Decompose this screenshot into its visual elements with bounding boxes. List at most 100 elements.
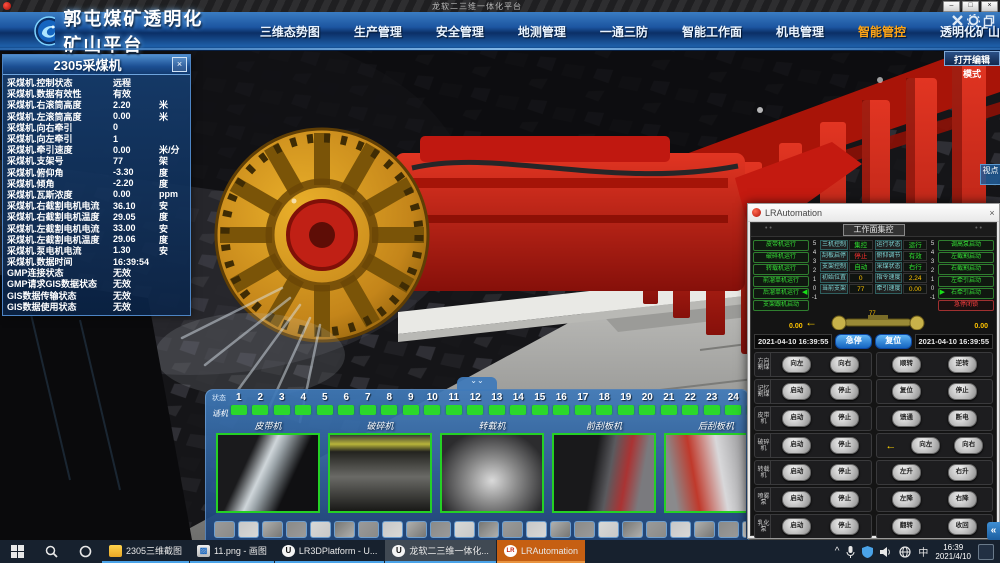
collapse-chevron-icon[interactable]: ⌄⌄ <box>457 377 497 391</box>
filmstrip-thumb[interactable] <box>238 521 259 538</box>
search-icon[interactable] <box>34 540 68 563</box>
status-indicator-button[interactable]: 破碎机运行 <box>753 252 809 263</box>
filmstrip-thumb[interactable] <box>430 521 451 538</box>
filmstrip-thumb[interactable] <box>526 521 547 538</box>
status-indicator-button[interactable]: 支架跟机启动 <box>753 300 809 311</box>
filmstrip-thumb[interactable] <box>478 521 499 538</box>
control-button[interactable]: 停止 <box>830 518 859 535</box>
cortana-icon[interactable] <box>68 540 102 563</box>
control-button[interactable]: 停止 <box>830 383 859 400</box>
filmstrip-thumb[interactable] <box>262 521 283 538</box>
control-button[interactable]: 右升 <box>948 464 977 481</box>
filmstrip-thumb[interactable] <box>334 521 355 538</box>
nav-item[interactable]: 智能管控 <box>858 23 906 40</box>
camera-thumbnail[interactable] <box>552 433 656 513</box>
tools-icon[interactable] <box>951 14 964 27</box>
tab-workface-control[interactable]: 工作面集控 <box>843 224 905 236</box>
microphone-icon[interactable] <box>846 546 855 558</box>
control-button[interactable]: 停止 <box>830 491 859 508</box>
maximize-button[interactable]: □ <box>962 1 979 12</box>
filmstrip-thumb[interactable] <box>670 521 691 538</box>
filmstrip-thumb[interactable] <box>502 521 523 538</box>
control-button[interactable]: 右降 <box>948 491 977 508</box>
restore-window-icon[interactable] <box>983 14 996 27</box>
status-indicator-button[interactable]: 左牵引启动 <box>938 276 994 287</box>
control-button[interactable]: 启动 <box>782 410 811 427</box>
camera-thumbnail[interactable] <box>216 433 320 513</box>
filmstrip-thumb[interactable] <box>454 521 475 538</box>
control-button[interactable]: 启动 <box>782 491 811 508</box>
filmstrip-thumb[interactable] <box>550 521 571 538</box>
filmstrip-thumb[interactable] <box>598 521 619 538</box>
taskbar-app[interactable]: U龙软二三维一体化... <box>385 540 496 563</box>
camera-thumbnail[interactable] <box>664 433 746 513</box>
control-button[interactable]: 断电 <box>948 410 977 427</box>
status-indicator-button[interactable]: 右截割启动 <box>938 264 994 275</box>
emergency-lock-button[interactable]: 急停闭锁 <box>938 300 994 311</box>
control-button[interactable]: 顺转 <box>892 356 921 373</box>
control-button[interactable]: 停止 <box>830 410 859 427</box>
camera-feed[interactable]: 破碎机 <box>328 420 432 513</box>
status-indicator-button[interactable]: 皮带机运行 <box>753 240 809 251</box>
shearer-panel-close-icon[interactable]: × <box>172 57 187 72</box>
status-indicator-button[interactable]: 前溜单机运行 <box>753 276 809 287</box>
status-indicator-button[interactable]: 右牵引启动 <box>938 288 994 299</box>
control-button[interactable]: 复位 <box>892 383 921 400</box>
nav-item[interactable]: 安全管理 <box>436 23 484 40</box>
nav-item[interactable]: 地测管理 <box>518 23 566 40</box>
filmstrip-thumb[interactable] <box>406 521 427 538</box>
control-button[interactable]: 收回 <box>948 518 977 535</box>
nav-item[interactable]: 三维态势图 <box>260 23 320 40</box>
filmstrip-thumb[interactable] <box>358 521 379 538</box>
tray-chevron-icon[interactable]: ^ <box>835 546 840 557</box>
filmstrip-thumb[interactable] <box>574 521 595 538</box>
filmstrip-thumb[interactable] <box>214 521 235 538</box>
control-button[interactable]: 逆转 <box>948 356 977 373</box>
status-indicator-button[interactable]: 后溜单机运行 <box>753 288 809 299</box>
camera-feed[interactable]: 前刮板机 <box>552 420 656 513</box>
control-button[interactable]: 启动 <box>782 437 811 454</box>
notification-center-icon[interactable] <box>978 544 994 560</box>
close-button[interactable]: × <box>981 1 998 12</box>
control-button[interactable]: 左升 <box>892 464 921 481</box>
taskbar-app[interactable]: 2305三维截图 <box>102 540 189 563</box>
viewpoint-tab[interactable]: 视点 <box>980 164 1000 185</box>
nav-item[interactable]: 智能工作面 <box>682 23 742 40</box>
control-button[interactable]: 启动 <box>782 383 811 400</box>
speaker-icon[interactable] <box>880 546 892 558</box>
status-indicator-button[interactable]: 调高泵启动 <box>938 240 994 251</box>
nav-item[interactable]: 生产管理 <box>354 23 402 40</box>
status-indicator-button[interactable]: 左截割启动 <box>938 252 994 263</box>
control-button[interactable]: 启动 <box>782 464 811 481</box>
control-button[interactable]: 翻转 <box>892 518 921 535</box>
filmstrip-thumb[interactable] <box>694 521 715 538</box>
lrautomation-close-icon[interactable]: × <box>985 208 999 218</box>
camera-thumbnail[interactable] <box>328 433 432 513</box>
filmstrip-thumb[interactable] <box>310 521 331 538</box>
clock[interactable]: 16:39 2021/4/10 <box>935 543 971 561</box>
control-button[interactable]: 停止 <box>830 437 859 454</box>
control-button[interactable]: 向左 <box>911 437 940 454</box>
filmstrip-thumb[interactable] <box>286 521 307 538</box>
network-globe-icon[interactable] <box>899 546 911 558</box>
filmstrip-thumb[interactable] <box>382 521 403 538</box>
camera-feed[interactable]: 后刮板机 <box>664 420 746 513</box>
control-button[interactable]: 左降 <box>892 491 921 508</box>
status-indicator-button[interactable]: 转载机运行 <box>753 264 809 275</box>
reset-button[interactable]: 复位 <box>875 334 912 349</box>
filmstrip-thumb[interactable] <box>646 521 667 538</box>
emergency-stop-button[interactable]: 急停 <box>835 334 872 349</box>
control-button[interactable]: 向右 <box>954 437 983 454</box>
control-button[interactable]: 向左 <box>782 356 811 373</box>
security-shield-icon[interactable] <box>862 546 873 558</box>
filmstrip-thumb[interactable] <box>622 521 643 538</box>
open-edit-mode-button[interactable]: 打开编辑模式 <box>944 51 1000 66</box>
camera-thumbnail[interactable] <box>440 433 544 513</box>
control-button[interactable]: 停止 <box>948 383 977 400</box>
camera-feed[interactable]: 皮带机 <box>216 420 320 513</box>
filmstrip-thumb[interactable] <box>742 521 746 538</box>
control-button[interactable]: 启动 <box>782 518 811 535</box>
taskbar-app[interactable]: ULR3DPlatform - U... <box>275 540 385 563</box>
settings-gear-icon[interactable] <box>967 14 980 27</box>
filmstrip-thumb[interactable] <box>718 521 739 538</box>
